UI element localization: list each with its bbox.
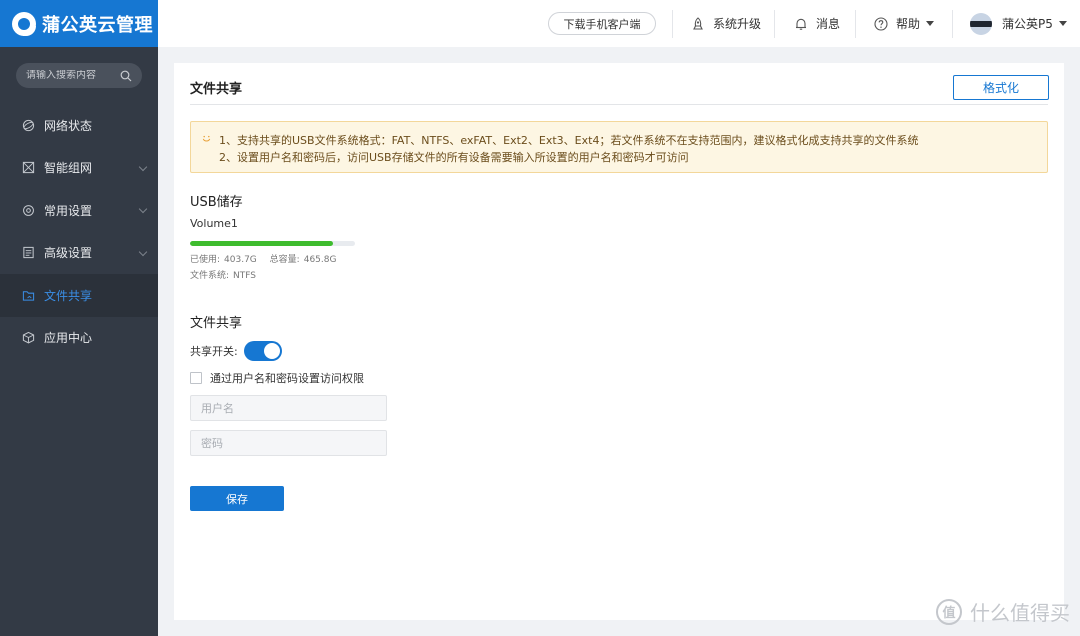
notice-banner: 1、支持共享的USB文件系统格式：FAT、NTFS、exFAT、Ext2、Ext…	[190, 121, 1048, 173]
usb-storage-title: USB储存	[190, 195, 243, 210]
sidebar-item-label: 网络状态	[44, 118, 93, 133]
file-sharing-title: 文件共享	[190, 316, 243, 331]
help-label: 帮助	[896, 17, 921, 31]
password-input[interactable]	[190, 430, 387, 456]
chevron-down-icon	[138, 247, 148, 256]
gear-icon	[23, 204, 34, 216]
divider	[190, 104, 1048, 105]
file-sharing-panel: 文件共享 格式化 1、支持共享的USB文件系统格式：FAT、NTFS、exFAT…	[174, 63, 1064, 620]
download-client-button[interactable]: 下载手机客户端	[548, 12, 656, 35]
total-value: 465.8G	[303, 255, 337, 265]
messages-label: 消息	[816, 17, 841, 31]
messages-button[interactable]: 消息	[794, 0, 840, 47]
share-toggle[interactable]	[243, 341, 282, 361]
rocket-icon	[693, 16, 703, 30]
avatar	[970, 12, 992, 35]
format-button[interactable]: 格式化	[953, 75, 1049, 100]
divider	[672, 10, 673, 38]
system-upgrade-label: 系统升级	[713, 17, 762, 31]
system-upgrade-button[interactable]: 系统升级	[691, 0, 761, 47]
divider	[855, 10, 856, 38]
total-label: 总容量:	[269, 255, 300, 265]
bell-icon	[796, 18, 806, 30]
app-title: 蒲公英云管理	[42, 14, 153, 36]
sidebar-item-label: 文件共享	[44, 288, 93, 303]
brand-header[interactable]: 蒲公英云管理	[0, 0, 158, 47]
sidebar-search	[16, 63, 142, 88]
sidebar-item-label: 常用设置	[44, 203, 93, 218]
sidebar-item-file-sharing[interactable]: 文件共享	[0, 274, 158, 317]
smile-icon	[202, 135, 211, 142]
folder-icon	[22, 291, 35, 301]
sidebar-item-label: 应用中心	[44, 331, 93, 346]
sidebar-item-network-status[interactable]: 网络状态	[0, 104, 158, 147]
chevron-down-icon	[138, 204, 148, 214]
sidebar-search-input[interactable]	[26, 70, 116, 81]
sidebar-item-label: 智能组网	[44, 161, 93, 176]
sidebar: 蒲公英云管理 网络状态 智能组网 常用设置 高级设置 文件共享	[0, 0, 158, 636]
sidebar-menu: 网络状态 智能组网 常用设置 高级设置 文件共享 应用中心	[0, 104, 158, 359]
username-input[interactable]	[190, 395, 387, 421]
used-value: 403.7G	[224, 255, 257, 265]
watermark-logo: 值	[936, 598, 962, 625]
sidebar-item-label: 高级设置	[44, 246, 93, 261]
usage-info: 已使用: 403.7G 总容量: 465.8G	[190, 252, 340, 265]
document-icon	[23, 247, 34, 259]
caret-down-icon	[926, 21, 935, 26]
user-menu[interactable]: 蒲公英P5	[970, 0, 1067, 47]
cube-icon	[22, 332, 35, 344]
filesystem-info: 文件系统: NTFS	[190, 268, 260, 281]
filesystem-value: NTFS	[233, 271, 257, 281]
share-toggle-label: 共享开关:	[190, 345, 238, 358]
search-icon[interactable]	[120, 70, 132, 82]
caret-down-icon	[1058, 21, 1067, 26]
top-bar: 下载手机客户端 系统升级 消息 帮助 蒲公英P5	[158, 0, 1080, 47]
chevron-down-icon	[138, 162, 148, 171]
sidebar-item-advanced-settings[interactable]: 高级设置	[0, 232, 158, 275]
notice-line-2: 2、设置用户名和密码后，访问USB存储文件的所有设备需要输入所设置的用户名和密码…	[219, 151, 689, 164]
filesystem-label: 文件系统:	[190, 271, 230, 281]
user-name: 蒲公英P5	[1002, 17, 1053, 31]
divider	[952, 10, 953, 38]
help-icon	[874, 16, 888, 31]
usage-progress-bar	[190, 241, 355, 246]
auth-checkbox-row[interactable]: 通过用户名和密码设置访问权限	[190, 370, 364, 386]
page-title: 文件共享	[190, 82, 243, 97]
auth-checkbox-label: 通过用户名和密码设置访问权限	[210, 372, 364, 385]
network-icon	[22, 162, 35, 174]
auth-checkbox[interactable]	[190, 372, 202, 384]
help-menu[interactable]: 帮助	[874, 0, 935, 47]
globe-icon	[22, 119, 35, 131]
watermark: 值 什么值得买	[936, 597, 1070, 626]
watermark-text: 什么值得买	[970, 601, 1070, 625]
divider	[774, 10, 775, 38]
save-button[interactable]: 保存	[190, 486, 284, 511]
brand-logo-icon	[12, 11, 36, 36]
notice-line-1: 1、支持共享的USB文件系统格式：FAT、NTFS、exFAT、Ext2、Ext…	[219, 134, 919, 147]
sidebar-item-smart-network[interactable]: 智能组网	[0, 147, 158, 190]
volume-name: Volume1	[190, 217, 238, 230]
share-toggle-row: 共享开关:	[190, 341, 282, 361]
used-label: 已使用:	[190, 255, 221, 265]
usage-progress-fill	[190, 241, 334, 246]
sidebar-item-app-center[interactable]: 应用中心	[0, 317, 158, 360]
sidebar-item-common-settings[interactable]: 常用设置	[0, 189, 158, 232]
